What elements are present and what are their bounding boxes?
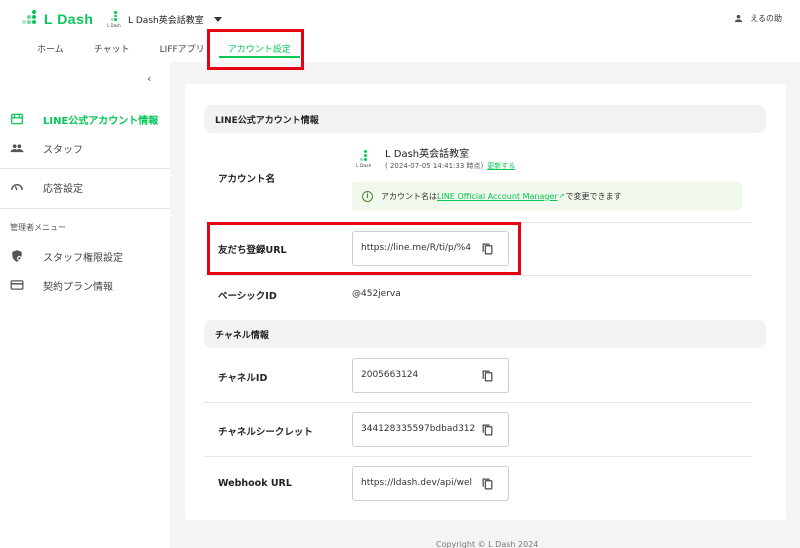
tab-liff[interactable]: LIFFアプリ <box>145 38 213 60</box>
info-icon: i <box>362 190 373 202</box>
webhook-url-label: Webhook URL <box>218 478 292 489</box>
channel-secret-label: チャネルシークレット <box>218 427 313 438</box>
people-icon <box>10 144 24 153</box>
highlight-account-settings-tab <box>207 29 304 70</box>
footer-copyright: Copyright © L Dash 2024 <box>436 540 539 548</box>
user-menu[interactable]: えるの助 <box>733 13 782 24</box>
line-oam-link[interactable]: LINE Official Account Manager <box>437 192 558 201</box>
channel-info-heading: チャネル情報 <box>204 320 766 348</box>
sidebar-item-staff-permissions[interactable]: スタッフ権限設定 <box>0 245 170 267</box>
sidebar-item-label: スタッフ権限設定 <box>43 252 123 264</box>
account-logo-icon: L Dash <box>107 11 122 28</box>
sidebar-item-staff[interactable]: スタッフ <box>0 137 170 159</box>
brand-name: L Dash <box>44 11 94 27</box>
tab-home[interactable]: ホーム <box>22 38 79 60</box>
admin-menu-label: 管理者メニュー <box>10 223 66 232</box>
account-settings-card: LINE公式アカウント情報 アカウント名 L Dash L Dash英会話教室 … <box>185 84 786 520</box>
account-selector[interactable]: L Dash L Dash英会話教室 <box>107 11 222 28</box>
channel-id-field[interactable]: 2005663124 <box>352 358 509 393</box>
sidebar: ‹ LINE公式アカウント情報 スタッフ 応答設定 管理者メニュー スタッフ権限… <box>0 62 170 548</box>
gauge-icon <box>11 184 23 191</box>
logo-mark-icon <box>22 10 40 28</box>
copy-icon[interactable] <box>481 369 494 383</box>
tab-chat[interactable]: チャット <box>79 38 145 60</box>
webhook-url-value: https://ldash.dev/api/wel <box>361 478 473 488</box>
caret-down-icon <box>213 16 222 22</box>
shield-settings-icon <box>12 250 22 262</box>
sidebar-item-label: 契約プラン情報 <box>43 281 113 293</box>
sidebar-item-label: LINE公式アカウント情報 <box>43 115 159 127</box>
sidebar-item-label: スタッフ <box>43 144 83 156</box>
sidebar-item-label: 応答設定 <box>43 183 83 195</box>
chevron-left-icon[interactable]: ‹ <box>147 72 151 85</box>
channel-secret-field[interactable]: 344128335597bdbad312 <box>352 412 509 447</box>
row-divider <box>204 275 752 276</box>
basic-id-value: @452jerva <box>352 289 401 299</box>
store-icon <box>11 113 23 125</box>
webhook-url-field[interactable]: https://ldash.dev/api/wel <box>352 466 509 501</box>
sidebar-item-response-settings[interactable]: 応答設定 <box>0 176 170 198</box>
user-name: えるの助 <box>750 14 782 23</box>
copy-icon[interactable] <box>481 423 494 437</box>
channel-secret-value: 344128335597bdbad312 <box>361 424 476 434</box>
account-logo-icon: L Dash <box>356 150 373 169</box>
sidebar-item-line-account-info[interactable]: LINE公式アカウント情報 <box>0 108 170 130</box>
account-updated-at: ( 2024-07-05 14:41:33 時点) 更新する <box>385 162 516 170</box>
row-divider <box>204 456 752 457</box>
account-name-notice: i アカウント名は LINE Official Account Manager ↗ で… <box>352 182 742 210</box>
channel-id-value: 2005663124 <box>361 370 419 380</box>
credit-card-icon <box>10 280 24 290</box>
copy-icon[interactable] <box>481 477 494 491</box>
sidebar-item-contract-plan[interactable]: 契約プラン情報 <box>0 274 170 296</box>
sidebar-divider <box>0 208 170 209</box>
channel-id-label: チャネルID <box>218 373 268 384</box>
app-header: L Dash L Dash L Dash英会話教室 えるの助 ホーム チャット … <box>0 0 800 62</box>
app-logo[interactable]: L Dash <box>22 10 93 28</box>
row-divider <box>204 402 752 403</box>
account-selector-label: L Dash英会話教室 <box>128 15 204 26</box>
account-name-value: L Dash英会話教室 <box>385 149 470 160</box>
external-link-icon: ↗ <box>558 192 565 200</box>
line-account-info-heading: LINE公式アカウント情報 <box>204 105 766 133</box>
person-icon <box>735 14 743 23</box>
account-name-label: アカウント名 <box>218 174 276 185</box>
basic-id-label: ベーシックID <box>218 291 277 302</box>
refresh-link[interactable]: 更新する <box>487 162 515 170</box>
sidebar-divider <box>0 168 170 169</box>
highlight-friend-url-row <box>207 222 521 275</box>
